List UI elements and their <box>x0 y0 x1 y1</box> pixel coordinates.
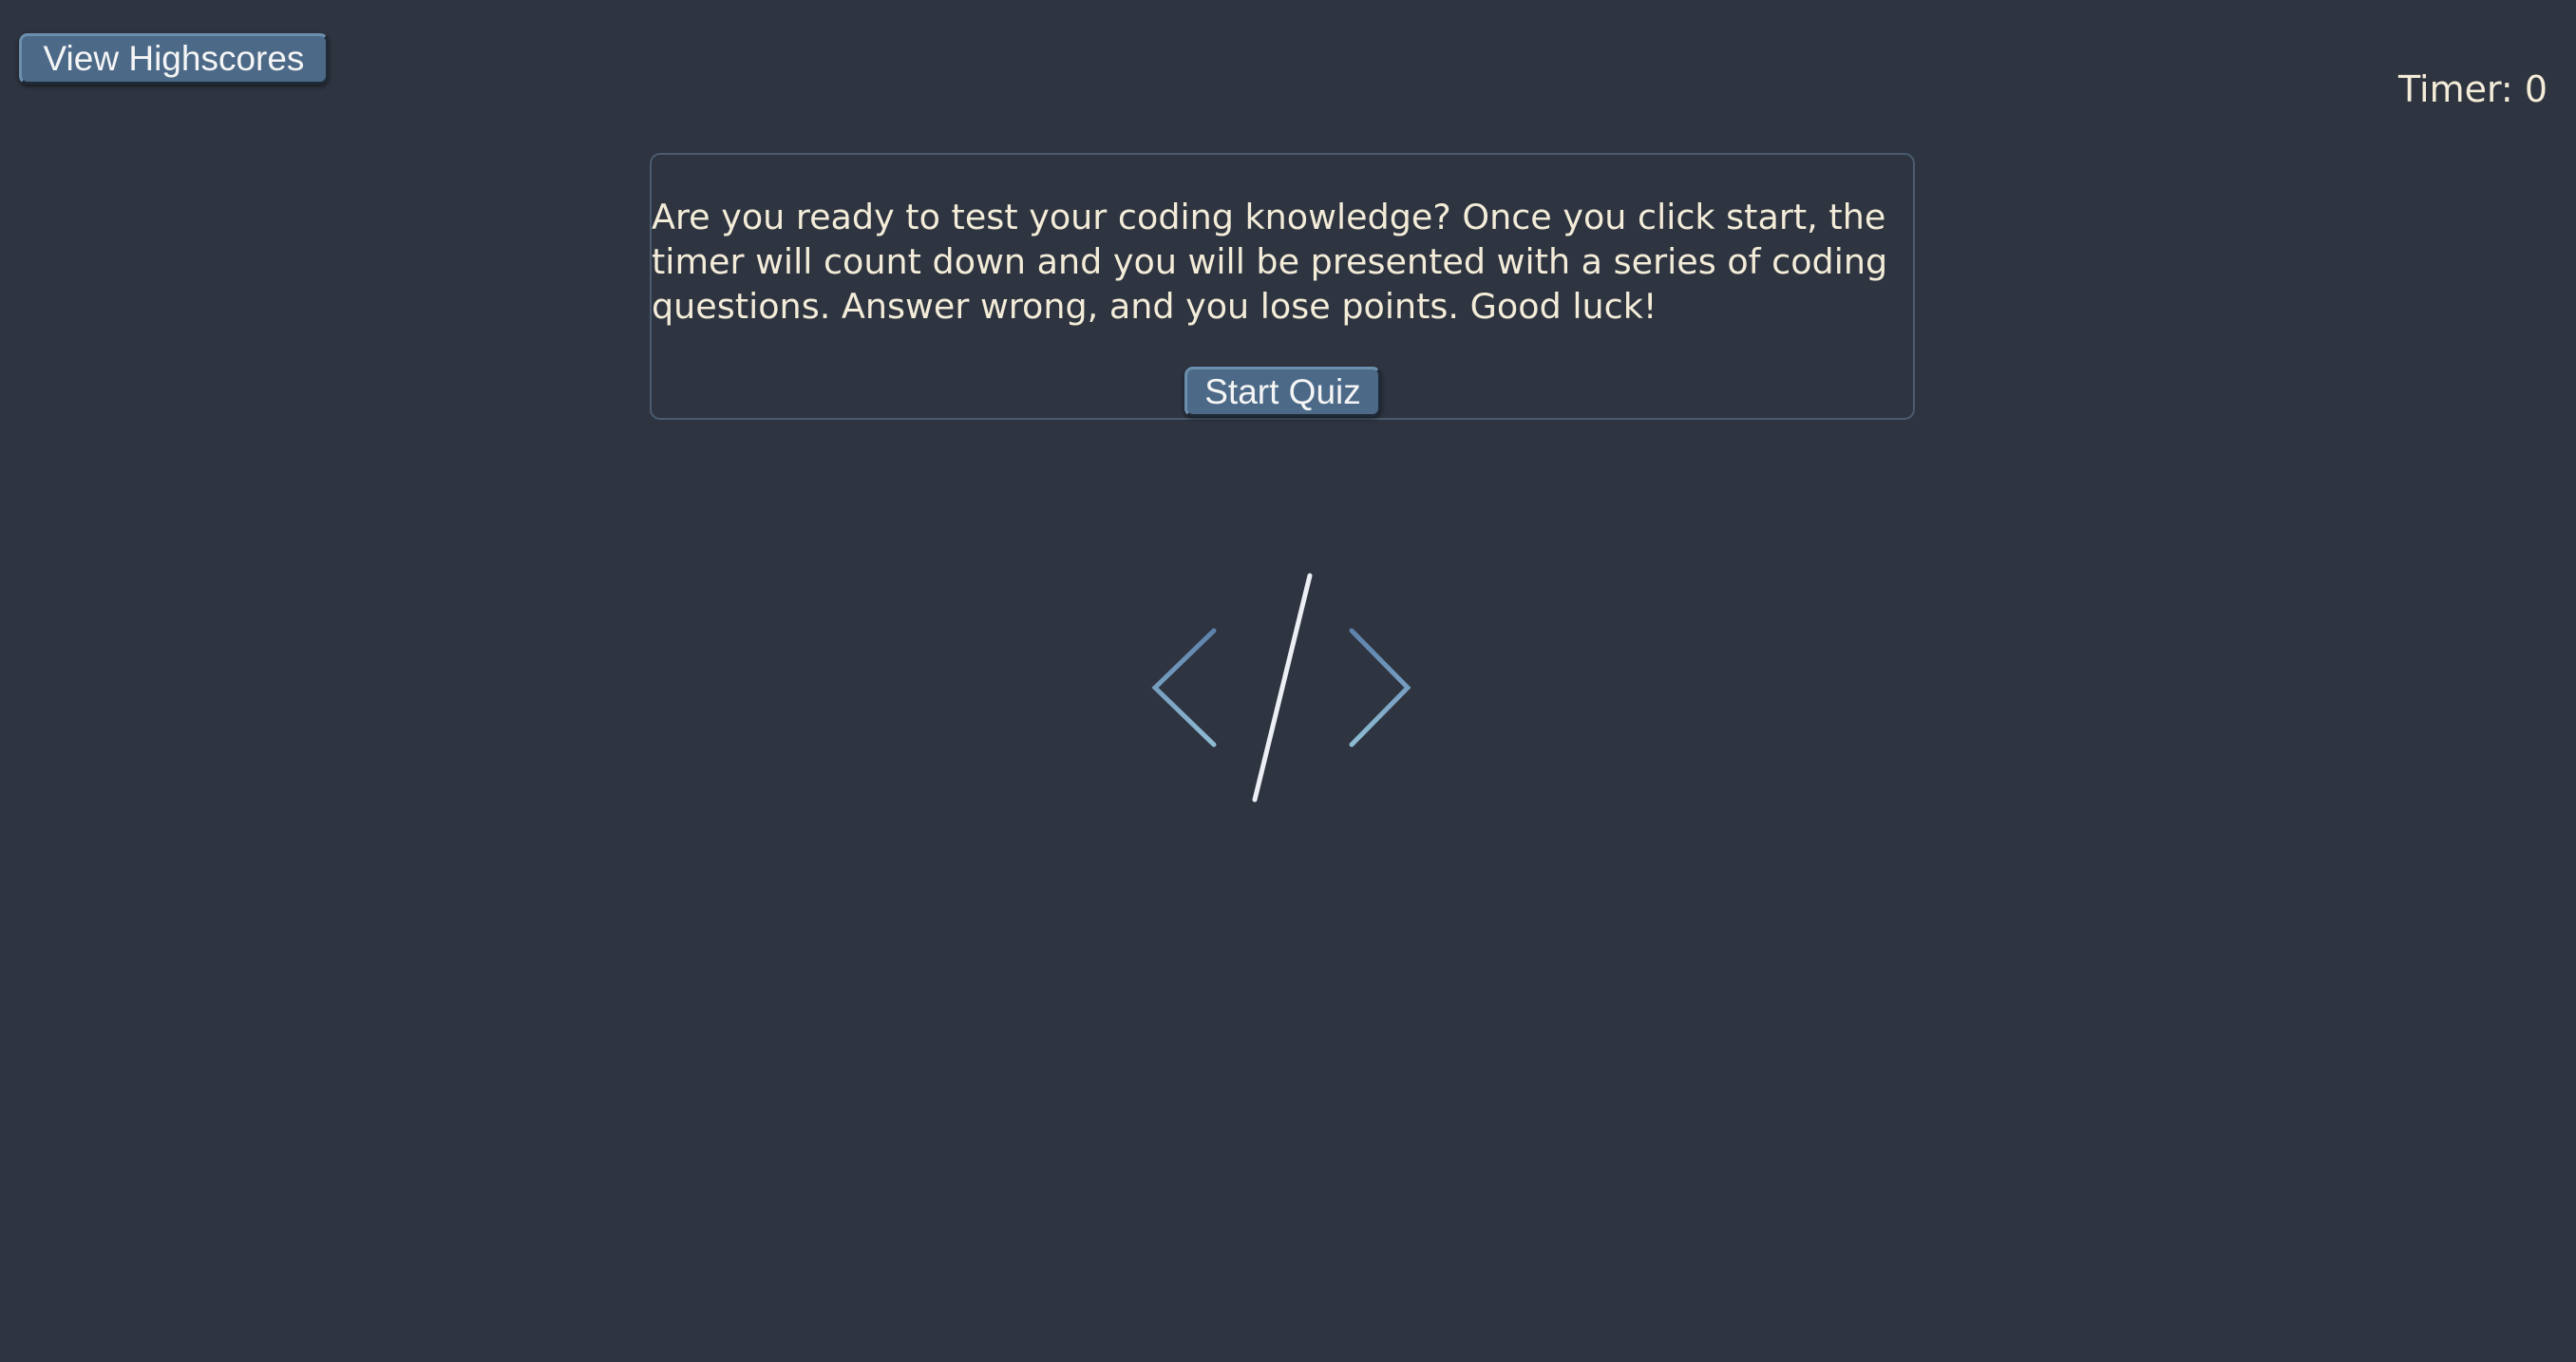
left-angle-bracket <box>1151 628 1217 747</box>
code-brackets-icon <box>1151 573 1411 803</box>
timer-display: Timer: 0 <box>2397 68 2548 110</box>
right-angle-bracket <box>1349 628 1411 747</box>
intro-text: Are you ready to test your coding knowle… <box>652 197 1888 327</box>
intro-card: Are you ready to test your coding knowle… <box>650 153 1915 420</box>
forward-slash <box>1252 573 1313 803</box>
view-highscores-button[interactable]: View Highscores <box>19 33 329 85</box>
start-quiz-button[interactable]: Start Quiz <box>1184 367 1381 417</box>
quiz-page: View Highscores Timer: 0 Are you ready t… <box>0 0 2576 1362</box>
